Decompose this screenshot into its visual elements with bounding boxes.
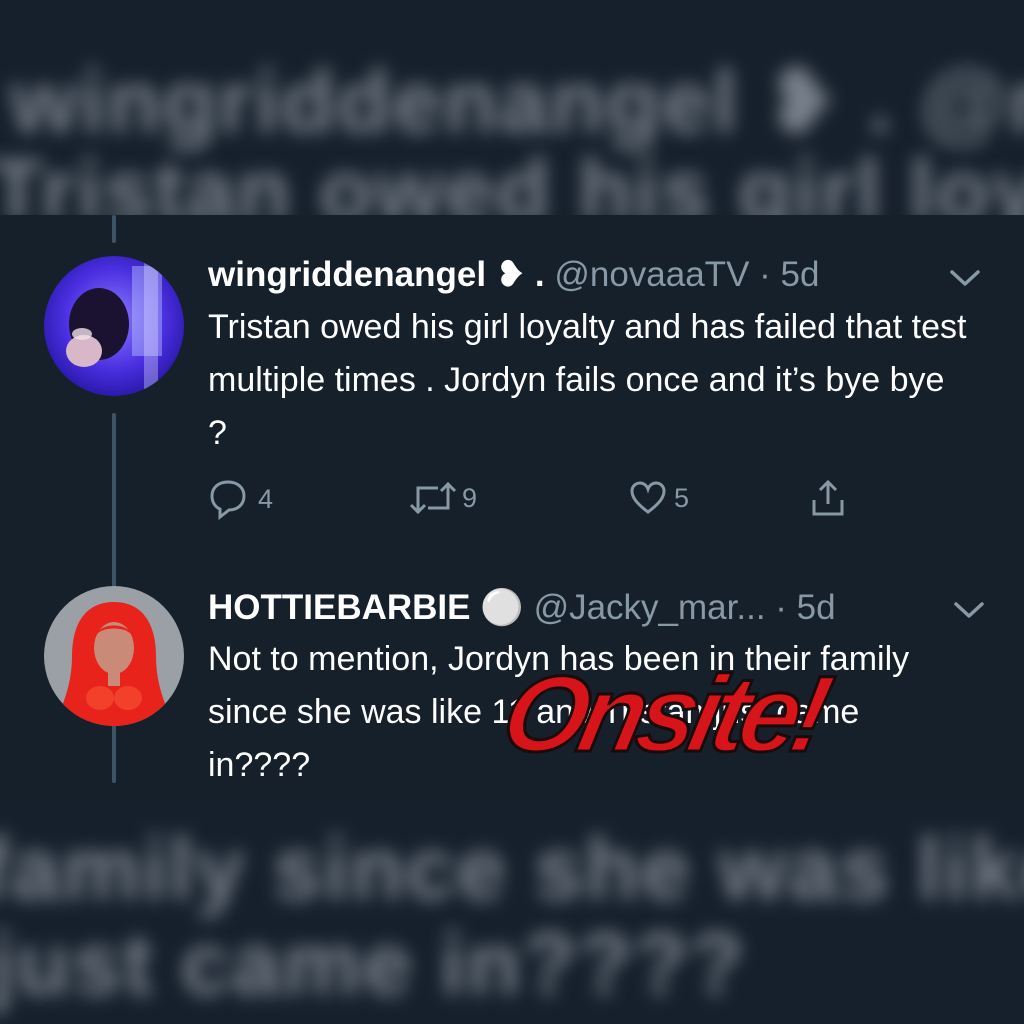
name-emoji: ⚪ (480, 588, 524, 627)
share-button[interactable] (808, 478, 848, 518)
tweet-time[interactable]: · 5d (759, 255, 819, 294)
blurred-text: just came in???? (0, 914, 746, 1013)
blurred-text: wingriddenangel ❥ . @novaaaTV (10, 52, 1024, 151)
chevron-down-icon[interactable] (952, 599, 986, 621)
retweet-button[interactable]: 9 (408, 478, 477, 518)
like-button[interactable]: 5 (628, 478, 689, 518)
reply-button[interactable]: 4 (208, 478, 273, 520)
thread-line (112, 215, 116, 243)
avatar[interactable] (44, 586, 184, 726)
user-handle[interactable]: @Jacky_mar... (534, 588, 766, 627)
svg-text:Onsite!: Onsite! (493, 655, 841, 770)
chevron-down-icon[interactable] (948, 267, 982, 289)
like-count: 5 (674, 482, 690, 513)
blurred-text: Tristan owed his girl loyalty and h (0, 141, 1024, 215)
tweet-thread-panel: wingriddenangel ❥ . @novaaaTV · 5d Trist… (0, 215, 1024, 808)
screenshot-frame: wingriddenangel ❥ . @novaaaTV Tristan ow… (0, 0, 1024, 1024)
avatar[interactable] (44, 256, 184, 396)
tweet-text: Tristan owed his girl loyalty and has fa… (208, 308, 967, 452)
onsite-watermark-logo: Onsite! (492, 655, 842, 770)
reply-count: 4 (258, 483, 274, 514)
blurred-header-strip: wingriddenangel ❥ . @novaaaTV Tristan ow… (0, 0, 1024, 215)
heart-icon (630, 481, 666, 514)
tweet-header: wingriddenangel ❥ . @novaaaTV · 5d (208, 255, 819, 295)
reply-icon (210, 480, 246, 520)
retweet-icon (409, 481, 457, 515)
user-handle[interactable]: @novaaaTV (554, 255, 749, 294)
display-name[interactable]: HOTTIEBARBIE (208, 588, 471, 627)
name-emoji: ❥ . (495, 255, 545, 294)
share-icon (812, 479, 844, 516)
blurred-text: family since she was like 11 and T (0, 819, 1024, 918)
blurred-footer-strip: family since she was like 11 and T just … (0, 808, 1024, 1024)
tweet-header: HOTTIEBARBIE ⚪ @Jacky_mar... · 5d (208, 587, 836, 628)
display-name[interactable]: wingriddenangel (208, 255, 486, 294)
retweet-count: 9 (462, 482, 478, 513)
tweet-time[interactable]: · 5d (775, 588, 835, 627)
